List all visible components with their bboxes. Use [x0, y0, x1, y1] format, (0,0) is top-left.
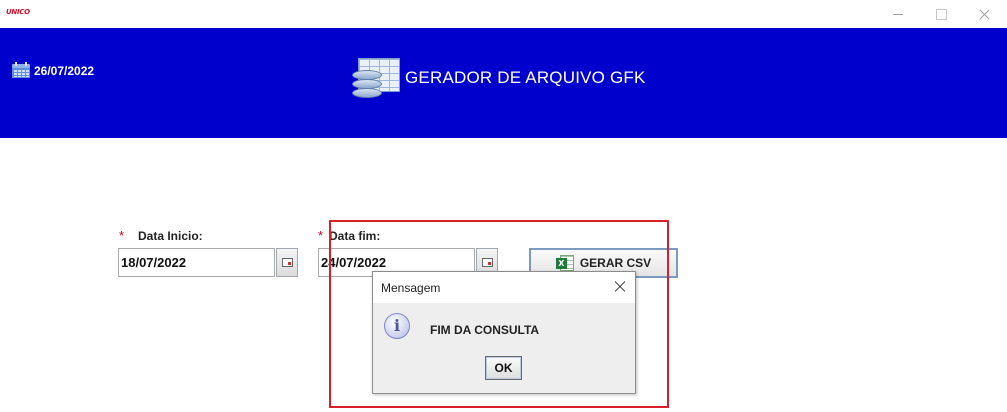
start-date-field[interactable]: 18/07/2022: [118, 248, 275, 277]
message-dialog: Mensagem i FIM DA CONSULTA OK: [372, 271, 636, 394]
header-date: 26/07/2022: [34, 64, 95, 78]
calendar-picker-icon: [281, 258, 293, 267]
required-marker: *: [119, 228, 125, 243]
dialog-title-bar: Mensagem: [373, 272, 635, 303]
dialog-title: Mensagem: [381, 281, 441, 295]
current-date: 26/07/2022: [12, 62, 95, 78]
calendar-icon: [12, 62, 30, 78]
ok-button[interactable]: OK: [485, 356, 522, 380]
close-icon[interactable]: [611, 278, 629, 296]
page-title: GERADOR DE ARQUIVO GFK: [405, 68, 646, 87]
title-bar: UNICO: [0, 0, 1007, 28]
dialog-message: FIM DA CONSULTA: [430, 323, 540, 337]
database-icon: [352, 58, 400, 100]
maximize-icon[interactable]: [918, 0, 964, 28]
required-marker: *: [318, 228, 324, 243]
app-logo: UNICO: [6, 8, 30, 16]
start-date-label: Data Inicio:: [138, 229, 203, 243]
minimize-icon[interactable]: [875, 0, 921, 28]
app-window: UNICO 26/07/2022 GERADOR DE ARQUIVO GFK …: [0, 0, 1007, 412]
info-icon: i: [384, 313, 410, 339]
header-banner: 26/07/2022 GERADOR DE ARQUIVO GFK: [0, 28, 1007, 138]
start-date-picker-button[interactable]: [276, 248, 298, 277]
close-icon[interactable]: [961, 0, 1007, 28]
